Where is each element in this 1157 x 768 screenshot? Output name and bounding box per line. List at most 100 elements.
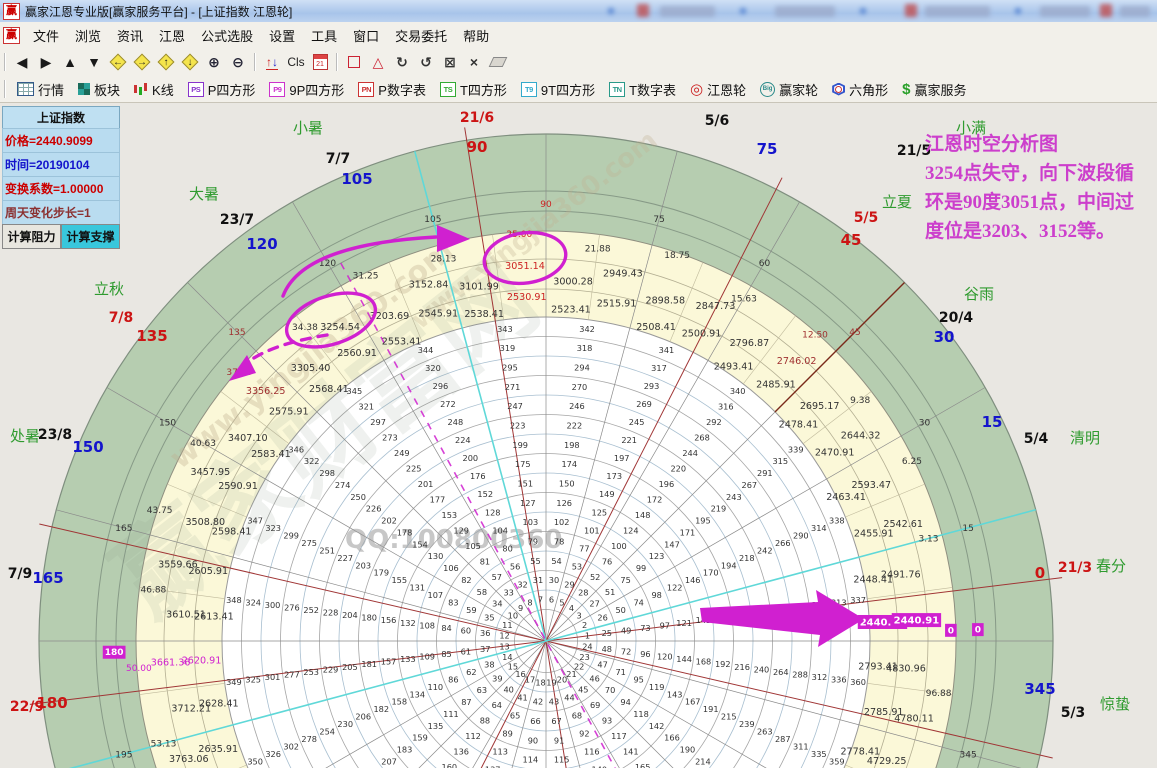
svg-text:136: 136 xyxy=(453,746,469,756)
svg-text:50: 50 xyxy=(615,605,625,615)
svg-text:170: 170 xyxy=(703,568,719,578)
svg-text:32: 32 xyxy=(517,579,527,589)
svg-text:3: 3 xyxy=(577,611,582,621)
gann-wheel-button[interactable]: ◎江恩轮 xyxy=(690,80,746,99)
window-title: 赢家江恩专业版[赢家服务平台] - [上证指数 江恩轮] xyxy=(25,3,292,20)
p-square-button[interactable]: PSP四方形 xyxy=(188,80,256,99)
t-table-button[interactable]: TNT数字表 xyxy=(609,80,676,99)
svg-text:266: 266 xyxy=(775,538,791,548)
svg-text:132: 132 xyxy=(400,618,416,628)
app-logo-icon: 赢 xyxy=(3,3,20,20)
svg-text:318: 318 xyxy=(577,343,593,353)
title-bar: 赢 赢家江恩专业版[赢家服务平台] - [上证指数 江恩轮] xyxy=(0,0,1157,23)
calc-support-button[interactable]: 计算支撑 xyxy=(61,224,120,249)
zoom-in-icon[interactable]: ⊕ xyxy=(202,51,226,73)
menu-item-0[interactable]: 文件 xyxy=(25,23,67,48)
svg-text:215: 215 xyxy=(721,712,737,722)
svg-text:4729.25: 4729.25 xyxy=(867,756,907,767)
menu-item-6[interactable]: 工具 xyxy=(303,23,345,48)
svg-text:278: 278 xyxy=(301,734,317,744)
svg-text:2847.73: 2847.73 xyxy=(696,301,736,312)
menu-item-1[interactable]: 浏览 xyxy=(67,23,109,48)
p-table-button[interactable]: PNP数字表 xyxy=(358,80,426,99)
svg-text:4: 4 xyxy=(569,603,574,613)
rotate-ccw-icon[interactable]: ↺ xyxy=(414,51,438,73)
svg-text:341: 341 xyxy=(659,345,675,355)
svg-text:134: 134 xyxy=(409,689,425,699)
hexagon-button[interactable]: 六角形 xyxy=(832,80,888,99)
menu-item-4[interactable]: 公式选股 xyxy=(193,23,261,48)
menu-item-5[interactable]: 设置 xyxy=(261,23,303,48)
pan-left-icon[interactable]: ← xyxy=(106,51,130,73)
menu-item-3[interactable]: 江恩 xyxy=(151,23,193,48)
svg-text:90: 90 xyxy=(528,735,538,745)
svg-text:180: 180 xyxy=(105,648,124,658)
svg-text:处暑: 处暑 xyxy=(10,427,40,445)
kline-button[interactable]: K线 xyxy=(134,80,174,99)
svg-text:135: 135 xyxy=(428,721,444,731)
zoom-out-icon[interactable]: ⊖ xyxy=(226,51,250,73)
svg-text:28.13: 28.13 xyxy=(431,255,457,265)
menu-item-2[interactable]: 资讯 xyxy=(109,23,151,48)
svg-text:25: 25 xyxy=(602,628,612,638)
svg-text:7: 7 xyxy=(538,595,543,605)
svg-text:133: 133 xyxy=(400,654,416,664)
svg-text:33: 33 xyxy=(503,587,513,597)
svg-text:181: 181 xyxy=(361,659,377,669)
t-square-button[interactable]: TST四方形 xyxy=(440,80,507,99)
toolbar-label: 板块 xyxy=(94,80,120,99)
calc-resistance-button[interactable]: 计算阻力 xyxy=(2,224,61,249)
svg-text:11: 11 xyxy=(502,620,512,630)
eraser-icon[interactable] xyxy=(486,51,510,73)
calendar-icon[interactable]: 21 xyxy=(308,51,332,73)
svg-text:146: 146 xyxy=(685,575,701,585)
svg-text:3101.99: 3101.99 xyxy=(459,282,499,293)
svg-text:126: 126 xyxy=(556,498,572,508)
pan-up-icon[interactable]: ↑ xyxy=(154,51,178,73)
svg-text:60: 60 xyxy=(461,625,471,635)
svg-text:277: 277 xyxy=(284,669,300,679)
updown-marker-icon[interactable]: ↑↓ xyxy=(260,51,284,73)
menu-item-9[interactable]: 帮助 xyxy=(455,23,497,48)
menu-item-7[interactable]: 窗口 xyxy=(345,23,387,48)
svg-text:2485.91: 2485.91 xyxy=(756,379,796,390)
menu-item-8[interactable]: 交易委托 xyxy=(387,23,455,48)
svg-text:17: 17 xyxy=(525,675,535,685)
nav-down-icon[interactable]: ▼ xyxy=(82,51,106,73)
svg-text:2455.91: 2455.91 xyxy=(854,529,894,540)
svg-text:5/4: 5/4 xyxy=(1024,431,1049,447)
svg-text:168: 168 xyxy=(696,657,712,667)
quotes-button[interactable]: 行情 xyxy=(17,80,64,99)
nav-up-icon[interactable]: ▲ xyxy=(58,51,82,73)
pan-right-icon[interactable]: → xyxy=(130,51,154,73)
nav-prev-icon[interactable]: ◀ xyxy=(10,51,34,73)
draw-triangle-icon[interactable]: △ xyxy=(366,51,390,73)
winner-wheel-button[interactable]: Big赢家轮 xyxy=(760,80,818,99)
svg-text:2593.47: 2593.47 xyxy=(851,480,891,491)
box-x-icon[interactable]: ⊠ xyxy=(438,51,462,73)
svg-text:12.50: 12.50 xyxy=(802,330,828,340)
cls-button[interactable]: Cls xyxy=(284,51,308,73)
svg-text:2523.41: 2523.41 xyxy=(551,304,591,315)
svg-text:97: 97 xyxy=(660,620,670,630)
svg-text:22: 22 xyxy=(574,661,584,671)
sectors-button[interactable]: 板块 xyxy=(78,80,120,99)
winner-service-button[interactable]: $赢家服务 xyxy=(902,80,966,99)
svg-text:6: 6 xyxy=(549,595,554,605)
svg-text:275: 275 xyxy=(301,538,317,548)
pan-down-icon[interactable]: ↓ xyxy=(178,51,202,73)
9t-square-button[interactable]: T99T四方形 xyxy=(521,80,595,99)
app-logo-icon: 赢 xyxy=(3,27,20,44)
svg-text:68: 68 xyxy=(572,711,582,721)
svg-text:293: 293 xyxy=(644,381,660,391)
svg-text:18: 18 xyxy=(535,677,545,687)
svg-text:39: 39 xyxy=(492,673,502,683)
rotate-cw-icon[interactable]: ↻ xyxy=(390,51,414,73)
shrink-icon[interactable]: × xyxy=(462,51,486,73)
svg-text:61: 61 xyxy=(461,646,471,656)
svg-text:21.88: 21.88 xyxy=(585,245,611,255)
9p-square-button[interactable]: P99P四方形 xyxy=(269,80,344,99)
nav-next-icon[interactable]: ▶ xyxy=(34,51,58,73)
svg-text:312: 312 xyxy=(812,672,828,682)
draw-square-icon[interactable] xyxy=(342,51,366,73)
